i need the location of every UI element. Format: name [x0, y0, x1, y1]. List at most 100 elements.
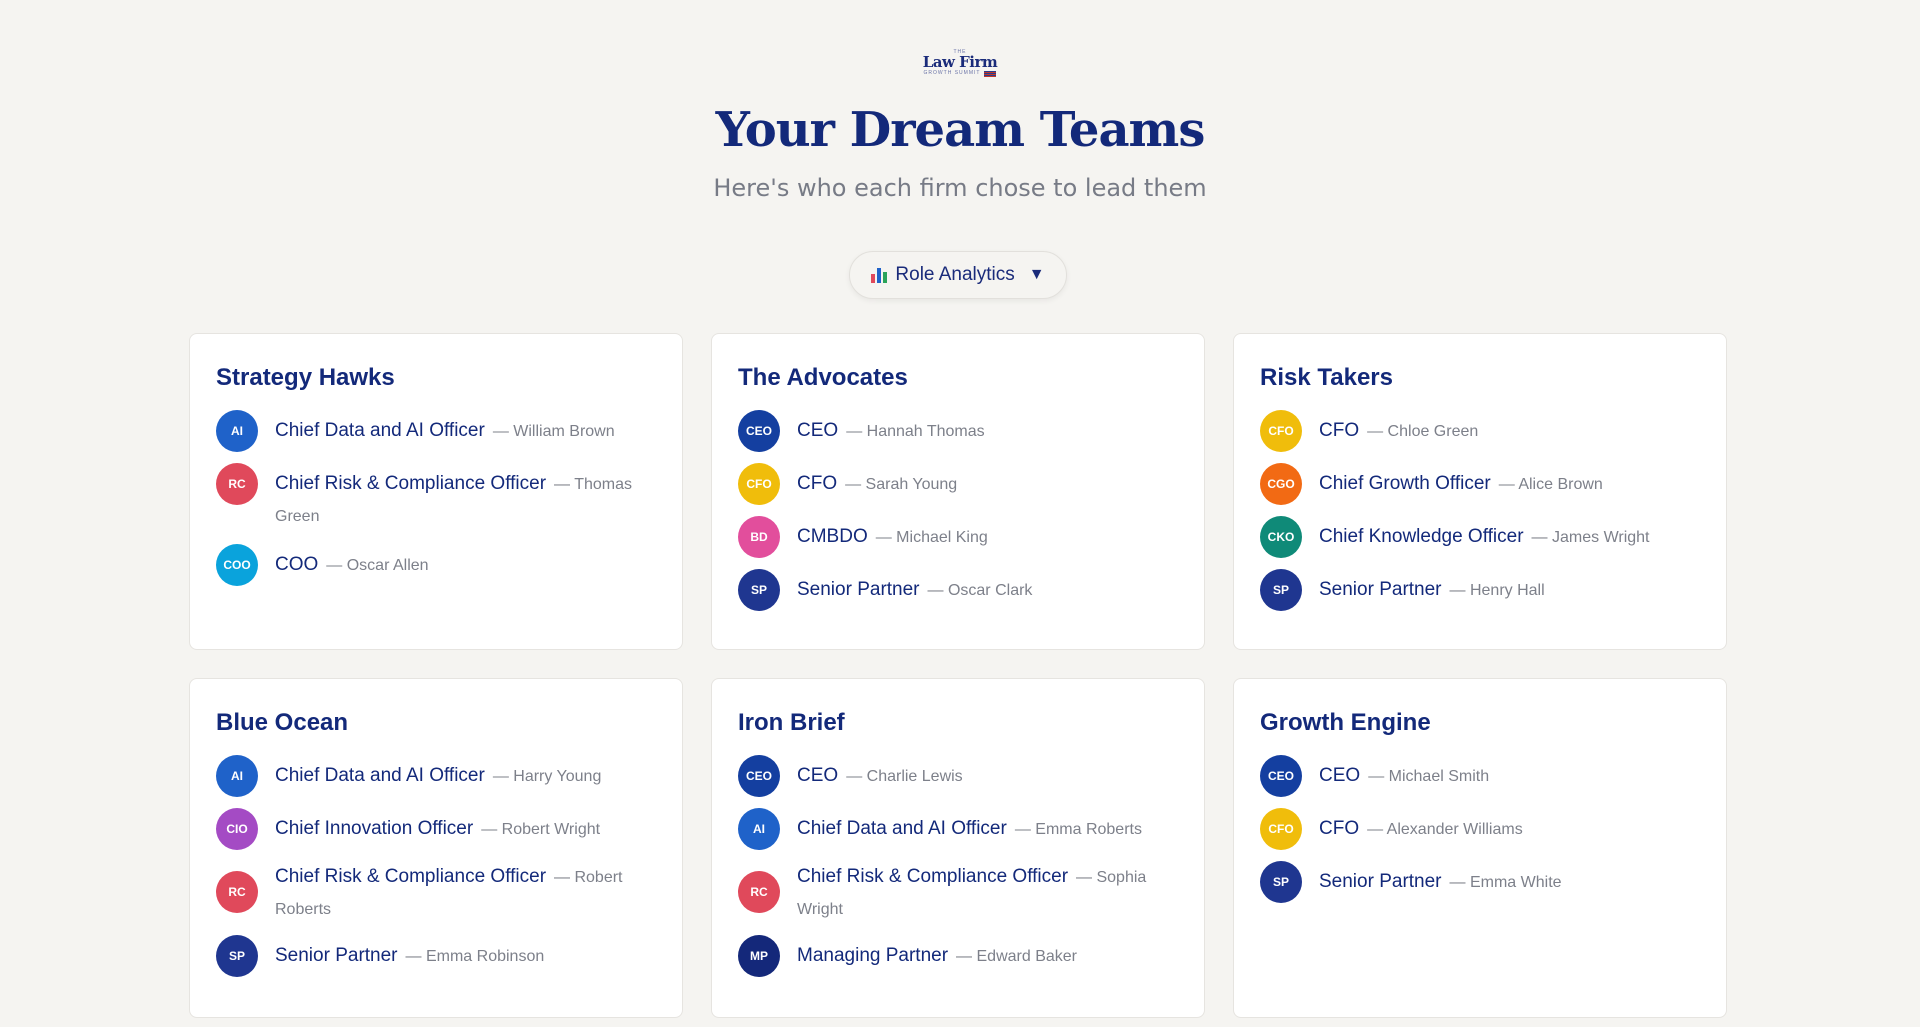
member-role: Senior Partner [1319, 579, 1442, 600]
team-member: SP Senior Partner — Henry Hall [1260, 569, 1700, 611]
member-role: Chief Knowledge Officer [1319, 526, 1524, 547]
member-role: Chief Risk & Compliance Officer [797, 866, 1069, 887]
member-text: Chief Innovation Officer — Robert Wright [275, 808, 656, 846]
member-text: Chief Risk & Compliance Officer — Robert … [275, 861, 656, 926]
team-member: AI Chief Data and AI Officer — William Bro… [216, 410, 656, 452]
team-card: The Advocates CEO CEO — Hannah Thomas CFO CFO… [711, 333, 1205, 650]
role-avatar: CFO [1260, 410, 1302, 452]
member-text: CEO — Charlie Lewis [797, 755, 1178, 793]
member-text: Chief Data and AI Officer — William Brown [275, 410, 656, 448]
member-person: — Oscar Clark [927, 582, 1033, 599]
bar-chart-icon [871, 267, 888, 283]
member-text: CEO — Hannah Thomas [797, 410, 1178, 448]
member-role: COO [275, 554, 319, 575]
team-card: Risk Takers CFO CFO — Chloe Green CGO Chief G… [1233, 333, 1727, 650]
member-person: — William Brown [492, 423, 615, 440]
member-role: Chief Data and AI Officer [275, 420, 485, 441]
member-text: Senior Partner — Emma Robinson [275, 935, 656, 973]
member-role: Chief Data and AI Officer [797, 818, 1007, 839]
member-role: CFO [797, 473, 838, 494]
role-analytics-button[interactable]: Role Analytics ▼ [849, 251, 1067, 299]
member-role: Senior Partner [797, 579, 920, 600]
member-text: CEO — Michael Smith [1319, 755, 1700, 793]
team-member: CKO Chief Knowledge Officer — James Wright [1260, 516, 1700, 558]
team-card: Iron Brief CEO CEO — Charlie Lewis AI Chief D… [711, 678, 1205, 1018]
team-member: BD CMBDO — Michael King [738, 516, 1178, 558]
member-role: Managing Partner [797, 945, 949, 966]
member-role: Chief Growth Officer [1319, 473, 1491, 494]
role-avatar: CFO [738, 463, 780, 505]
member-role: CEO [797, 420, 839, 441]
page-subtitle: Here's who each firm chose to lead them [713, 174, 1207, 202]
member-role: Senior Partner [275, 945, 398, 966]
team-member: AI Chief Data and AI Officer — Emma Robert… [738, 808, 1178, 850]
role-avatar: SP [1260, 569, 1302, 611]
role-avatar: AI [216, 755, 258, 797]
role-avatar: CIO [216, 808, 258, 850]
team-member: CFO CFO — Chloe Green [1260, 410, 1700, 452]
member-text: Senior Partner — Emma White [1319, 861, 1700, 899]
team-member: RC Chief Risk & Compliance Officer — Thoma… [216, 463, 656, 533]
team-member: CIO Chief Innovation Officer — Robert Wrig… [216, 808, 656, 850]
role-avatar: RC [216, 463, 258, 505]
member-text: Senior Partner — Oscar Clark [797, 569, 1178, 607]
member-person: — Alice Brown [1498, 476, 1603, 493]
team-member: CFO CFO — Sarah Young [738, 463, 1178, 505]
member-person: — Hannah Thomas [846, 423, 985, 440]
role-avatar: SP [738, 569, 780, 611]
member-text: Chief Knowledge Officer — James Wright [1319, 516, 1700, 554]
member-role: CFO [1319, 420, 1360, 441]
team-member: CEO CEO — Hannah Thomas [738, 410, 1178, 452]
member-text: Chief Risk & Compliance Officer — Thomas … [275, 463, 656, 533]
member-text: CFO — Chloe Green [1319, 410, 1700, 448]
member-text: CFO — Alexander Williams [1319, 808, 1700, 846]
member-person: — Harry Young [492, 768, 602, 785]
member-person: — Michael Smith [1368, 768, 1490, 785]
member-person: — James Wright [1531, 529, 1650, 546]
member-person: — Sarah Young [845, 476, 958, 493]
member-person: — Emma Roberts [1014, 821, 1142, 838]
member-person: — Michael King [875, 529, 988, 546]
member-person: — Charlie Lewis [846, 768, 963, 785]
team-member: SP Senior Partner — Oscar Clark [738, 569, 1178, 611]
caret-down-icon: ▼ [1028, 266, 1045, 283]
member-role: Senior Partner [1319, 871, 1442, 892]
member-text: Managing Partner — Edward Baker [797, 935, 1178, 973]
member-text: Chief Data and AI Officer — Harry Young [275, 755, 656, 793]
member-text: COO — Oscar Allen [275, 544, 656, 582]
team-member: CGO Chief Growth Officer — Alice Brown [1260, 463, 1700, 505]
page-title: Your Dream Teams [715, 102, 1206, 158]
member-person: — Oscar Allen [326, 557, 429, 574]
team-member: CFO CFO — Alexander Williams [1260, 808, 1700, 850]
role-avatar: CEO [738, 755, 780, 797]
team-member: AI Chief Data and AI Officer — Harry Young [216, 755, 656, 797]
member-person: — Edward Baker [956, 948, 1077, 965]
member-person: — Emma Robinson [405, 948, 545, 965]
member-role: CMBDO [797, 526, 868, 547]
member-text: Senior Partner — Henry Hall [1319, 569, 1700, 607]
member-person: — Emma White [1449, 874, 1562, 891]
role-avatar: AI [738, 808, 780, 850]
team-member: RC Chief Risk & Compliance Officer — Rober… [216, 861, 656, 926]
member-role: Chief Data and AI Officer [275, 765, 485, 786]
role-avatar: RC [216, 871, 258, 913]
role-avatar: COO [216, 544, 258, 586]
logo-sub: GROWTH SUMMIT [923, 70, 997, 77]
role-avatar: MP [738, 935, 780, 977]
team-member: SP Senior Partner — Emma Robinson [216, 935, 656, 977]
member-text: Chief Growth Officer — Alice Brown [1319, 463, 1700, 501]
law-firm-logo[interactable]: THE Law Firm GROWTH SUMMIT [923, 48, 998, 78]
role-avatar: CFO [1260, 808, 1302, 850]
role-analytics-label: Role Analytics [895, 264, 1015, 285]
role-avatar: AI [216, 410, 258, 452]
team-name: Strategy Hawks [216, 364, 395, 391]
team-member: SP Senior Partner — Emma White [1260, 861, 1700, 903]
teams-grid: Strategy Hawks AI Chief Data and AI Office… [189, 333, 1727, 1018]
logo-sub-text: GROWTH SUMMIT [923, 70, 981, 76]
team-card: Growth Engine CEO CEO — Michael Smith CFO CFO… [1233, 678, 1727, 1018]
member-role: Chief Risk & Compliance Officer [275, 473, 547, 494]
role-avatar: SP [216, 935, 258, 977]
member-role: Chief Risk & Compliance Officer [275, 866, 547, 887]
member-person: — Alexander Williams [1367, 821, 1523, 838]
member-text: Chief Data and AI Officer — Emma Roberts [797, 808, 1178, 846]
